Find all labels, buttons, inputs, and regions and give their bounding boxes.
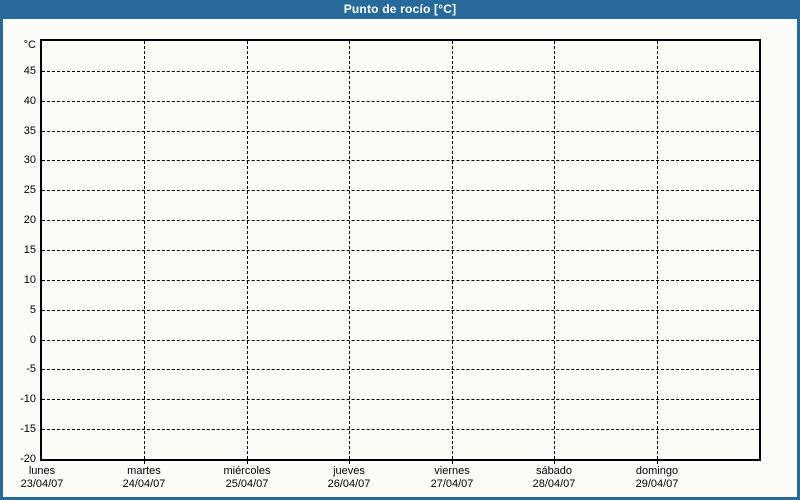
v-gridline [554,41,555,459]
x-day-date: 25/04/07 [225,478,269,490]
y-tick-label: 45 [23,65,36,77]
y-tick-label: 15 [23,244,36,256]
h-gridline [42,369,759,370]
x-day-label: miércoles 25/04/07 [223,465,270,491]
chart-title-bar: Punto de rocío [°C] [0,0,800,19]
y-tick-label: 5 [29,304,36,316]
h-gridline [42,340,759,341]
h-gridline [42,399,759,400]
v-gridline [247,41,248,459]
y-tick-label: -15 [20,423,36,435]
y-tick-label: -10 [20,393,36,405]
x-day-label: domingo 29/04/07 [636,465,679,491]
x-axis-tick [554,461,555,464]
h-gridline [42,190,759,191]
x-day-name: lunes [28,465,56,477]
h-gridline [42,429,759,430]
x-day-date: 29/04/07 [635,478,679,490]
x-day-date: 27/04/07 [430,478,474,490]
h-gridline [42,310,759,311]
y-tick-label: 40 [23,95,36,107]
x-day-date: 24/04/07 [122,478,166,490]
x-day-date: 28/04/07 [532,478,576,490]
x-day-name: miércoles [223,465,271,477]
x-day-label: lunes 23/04/07 [21,465,64,491]
x-day-name: jueves [333,465,365,477]
x-day-name: domingo [635,465,679,477]
h-gridline [42,220,759,221]
x-axis-tick [349,461,350,464]
v-gridline [144,41,145,459]
x-day-name: sábado [535,465,573,477]
h-gridline [42,160,759,161]
x-axis-tick [657,461,658,464]
x-day-name: viernes [434,465,470,477]
x-day-name: martes [127,465,161,477]
x-axis-tick [452,461,453,464]
frame-border-left [0,0,3,500]
chart-window: Punto de rocío [°C] 45 40 35 30 25 20 15 10 5 0 -5… [0,0,800,500]
y-tick-label: 35 [23,125,36,137]
y-tick-label: 10 [23,274,36,286]
y-tick-label: -5 [26,363,36,375]
x-day-date: 23/04/07 [20,478,64,490]
h-gridline [42,250,759,251]
v-gridline [452,41,453,459]
y-tick-label: 25 [23,184,36,196]
y-tick-label: 30 [23,154,36,166]
x-day-date: 26/04/07 [327,478,371,490]
v-gridline [657,41,658,459]
x-day-label: viernes 27/04/07 [431,465,474,491]
y-axis-unit-label: °C [23,39,36,51]
y-tick-label: 0 [29,334,36,346]
v-gridline [349,41,350,459]
x-axis-tick [247,461,248,464]
h-gridline [42,101,759,102]
chart-title: Punto de rocío [°C] [343,2,457,16]
x-day-label: martes 24/04/07 [123,465,166,491]
x-axis-tick [144,461,145,464]
h-gridline [42,71,759,72]
h-gridline [42,131,759,132]
x-day-label: jueves 26/04/07 [328,465,371,491]
y-tick-label: 20 [23,214,36,226]
h-gridline [42,280,759,281]
x-day-label: sábado 28/04/07 [533,465,576,491]
